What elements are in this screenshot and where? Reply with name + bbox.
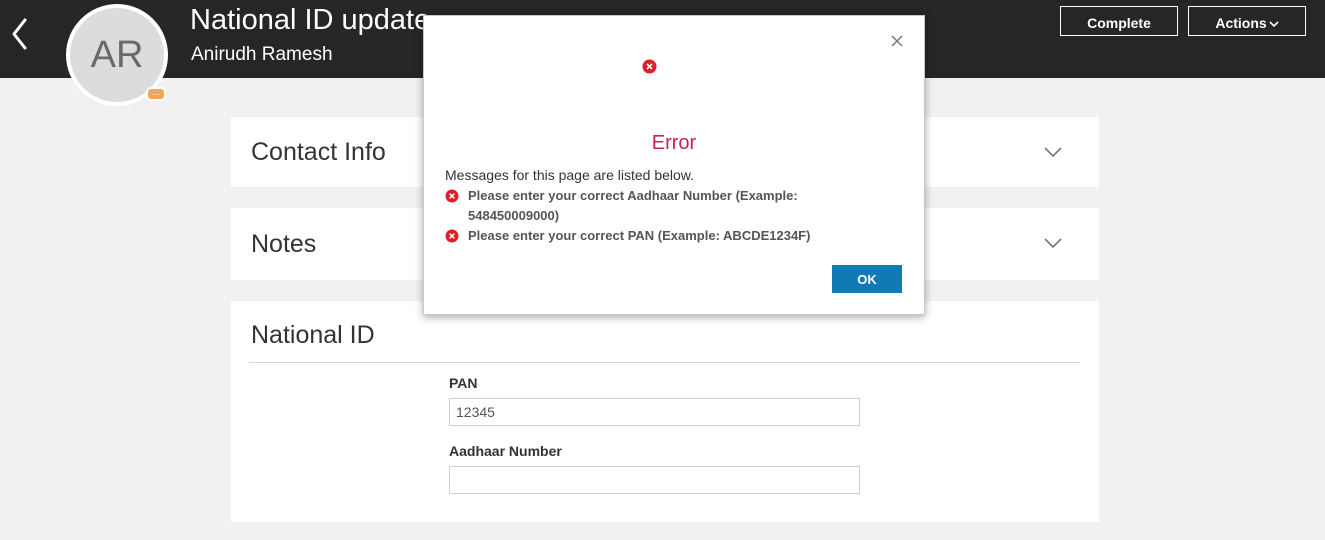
section-title-national-id: National ID <box>251 321 375 349</box>
page-title: National ID update <box>190 4 431 36</box>
avatar[interactable]: AR … <box>66 4 168 106</box>
actions-label: Actions <box>1215 15 1267 31</box>
back-button[interactable] <box>6 14 34 54</box>
actions-button[interactable]: Actions <box>1188 6 1306 36</box>
national-id-section: National ID PAN Aadhaar Number <box>231 301 1099 522</box>
chevron-left-icon <box>12 18 27 50</box>
error-message: Please enter your correct Aadhaar Number… <box>468 188 798 223</box>
error-dialog: Error Messages for this page are listed … <box>423 15 925 315</box>
section-title-contact-info: Contact Info <box>251 138 386 166</box>
dialog-intro: Messages for this page are listed below. <box>445 167 695 183</box>
section-divider <box>249 362 1080 363</box>
chevron-down-icon[interactable] <box>1044 146 1062 158</box>
error-icon <box>445 189 459 203</box>
aadhaar-label: Aadhaar Number <box>449 443 562 459</box>
person-name: Anirudh Ramesh <box>191 44 333 65</box>
error-icon <box>642 59 657 74</box>
ok-button[interactable]: OK <box>832 265 902 293</box>
pan-label: PAN <box>449 375 478 391</box>
chevron-down-icon[interactable] <box>1044 237 1062 249</box>
chevron-down-icon <box>1269 21 1279 27</box>
error-icon <box>445 229 459 243</box>
avatar-status-badge: … <box>146 87 166 101</box>
error-message: Please enter your correct PAN (Example: … <box>468 228 811 243</box>
section-title-notes: Notes <box>251 230 317 258</box>
pan-field[interactable] <box>449 398 860 426</box>
aadhaar-field[interactable] <box>449 466 860 494</box>
complete-button[interactable]: Complete <box>1060 6 1178 36</box>
dialog-title: Error <box>651 132 697 154</box>
close-icon[interactable] <box>891 35 903 47</box>
